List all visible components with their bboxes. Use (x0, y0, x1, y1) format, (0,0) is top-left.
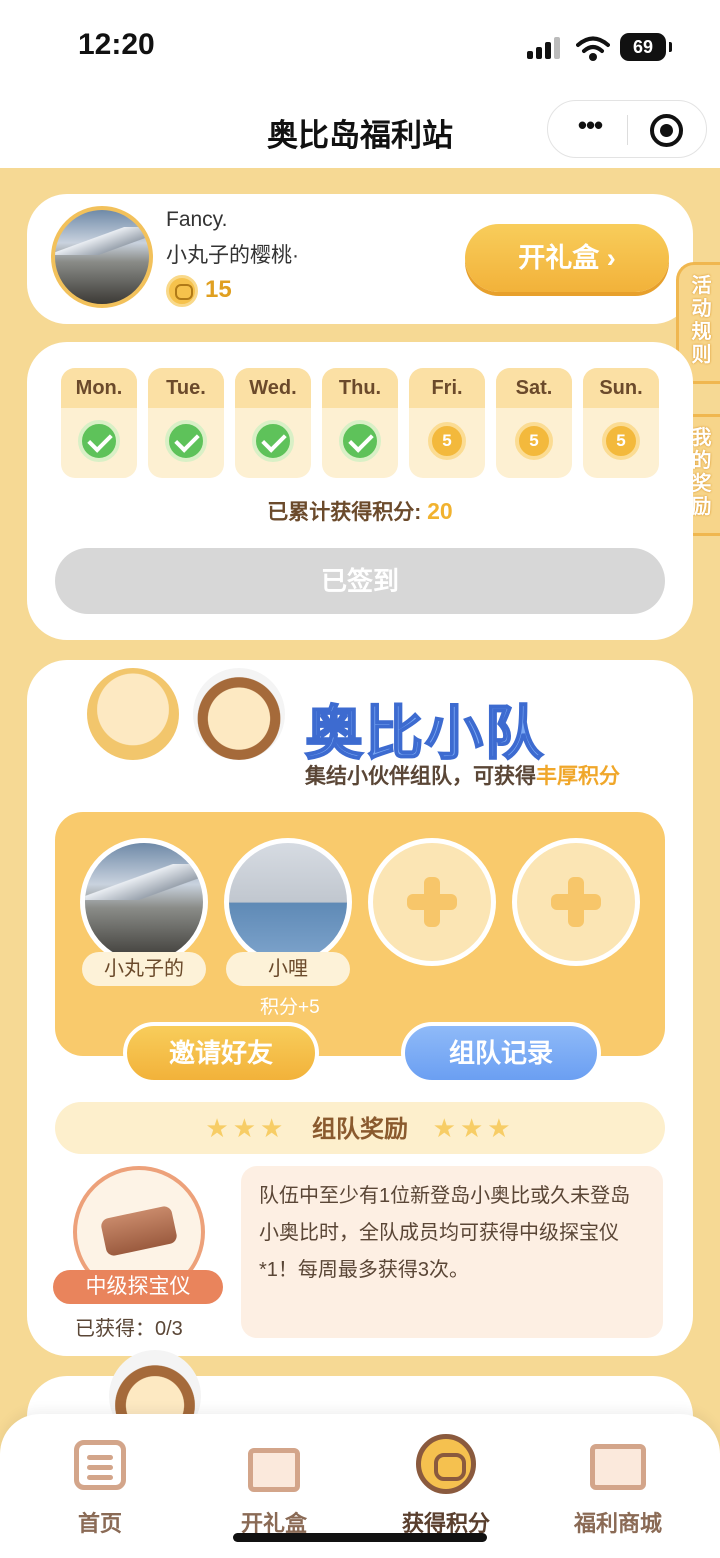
checkmark-icon (252, 420, 294, 462)
capsule-divider (627, 115, 628, 145)
add-member-slot[interactable] (512, 838, 640, 966)
status-bar: 12:20 69 (0, 0, 720, 96)
team-reward-header: ★★★ 组队奖励 ★★★ (55, 1102, 665, 1154)
profile-card: Fancy. 小丸子的樱桃· 15 开礼盒 › (27, 194, 693, 324)
member-avatar[interactable] (80, 838, 208, 966)
member-points: 积分+5 (260, 997, 320, 1018)
bear-girl-mascot (87, 668, 179, 760)
invite-friends-button[interactable]: 邀请好友 (123, 1022, 319, 1084)
points-coin-icon (166, 275, 198, 307)
day-thu: Thu. (322, 368, 398, 478)
tab-shop[interactable]: 福利商城 (548, 1434, 688, 1538)
team-subtitle-highlight: 丰厚积分 (536, 765, 620, 788)
signed-in-button[interactable]: 已签到 (55, 548, 665, 614)
day-label: Wed. (235, 368, 311, 408)
day-sun: Sun. 5 (583, 368, 659, 478)
day-label: Sat. (496, 368, 572, 408)
member-name: 小丸子的 (82, 952, 206, 986)
prize-name: 中级探宝仪 (53, 1270, 223, 1304)
day-label: Thu. (322, 368, 398, 408)
member-avatar[interactable] (224, 838, 352, 966)
tab-home[interactable]: 首页 (30, 1434, 170, 1538)
tab-label: 福利商城 (573, 1511, 662, 1536)
day-tue: Tue. (148, 368, 224, 478)
reward-coin-icon: 5 (428, 422, 466, 460)
tab-open-box[interactable]: 开礼盒 (204, 1434, 344, 1538)
reward-coin-icon: 5 (515, 422, 553, 460)
team-title: 奥比小队 (304, 700, 546, 767)
day-wed: Wed. (235, 368, 311, 478)
boy-cap-mascot (193, 668, 285, 760)
day-label: Fri. (409, 368, 485, 408)
status-time: 12:20 (78, 28, 155, 61)
wifi-icon (576, 36, 610, 61)
list-icon (70, 1434, 130, 1494)
day-fri: Fri. 5 (409, 368, 485, 478)
total-points-label: 已累计获得积分: (267, 501, 422, 524)
team-card: 奥比小队 集结小伙伴组队，可获得丰厚积分 小丸子的 小哩 积分+5 邀请好友 组… (27, 660, 693, 1356)
stars-icon: ★★★ (205, 1113, 288, 1143)
user-points: 15 (205, 276, 232, 303)
mini-program-capsule: ••• (547, 100, 707, 158)
day-mon: Mon. (61, 368, 137, 478)
day-label: Mon. (61, 368, 137, 408)
day-label: Tue. (148, 368, 224, 408)
checkmark-icon (165, 420, 207, 462)
team-subtitle-text: 集结小伙伴组队，可获得 (305, 765, 536, 788)
team-subtitle: 集结小伙伴组队，可获得丰厚积分 (305, 760, 620, 790)
checkmark-icon (78, 420, 120, 462)
user-avatar[interactable] (51, 206, 153, 308)
stars-icon: ★★★ (432, 1113, 515, 1143)
shop-icon (588, 1434, 648, 1494)
home-indicator (233, 1533, 487, 1542)
team-record-button[interactable]: 组队记录 (401, 1022, 601, 1084)
points-icon (416, 1434, 476, 1494)
day-label: Sun. (583, 368, 659, 408)
tab-label: 首页 (77, 1511, 122, 1536)
navigation-bar: 奥比岛福利站 ••• (0, 96, 720, 168)
gift-icon (244, 1434, 304, 1494)
signal-icon (527, 37, 565, 59)
prize-description: 队伍中至少有1位新登岛小奥比或久未登岛小奥比时，全队成员均可获得中级探宝仪*1！… (241, 1166, 663, 1338)
member-name: 小哩 (226, 952, 350, 986)
checkmark-icon (339, 420, 381, 462)
battery-indicator: 69 (620, 33, 672, 61)
signin-card: Mon. Tue. Wed. Thu. Fri. 5 Sat. 5 Sun. 5… (27, 342, 693, 640)
treasure-detector-icon (99, 1204, 179, 1258)
more-icon[interactable]: ••• (570, 112, 610, 143)
team-reward-title: 组队奖励 (312, 1116, 408, 1143)
user-name: Fancy. (166, 208, 228, 231)
add-member-slot[interactable] (368, 838, 496, 966)
close-target-icon[interactable] (650, 114, 683, 147)
tab-earn-points[interactable]: 获得积分 (376, 1434, 516, 1538)
day-sat: Sat. 5 (496, 368, 572, 478)
total-points-value: 20 (427, 498, 453, 524)
open-gift-box-button[interactable]: 开礼盒 › (465, 224, 669, 292)
total-points-text: 已累计获得积分: 20 (27, 496, 693, 526)
reward-coin-icon: 5 (602, 422, 640, 460)
team-members-panel: 小丸子的 小哩 积分+5 (55, 812, 665, 1056)
user-nickname: 小丸子的樱桃· (166, 244, 299, 267)
prize-obtained: 已获得：0/3 (75, 1318, 183, 1340)
